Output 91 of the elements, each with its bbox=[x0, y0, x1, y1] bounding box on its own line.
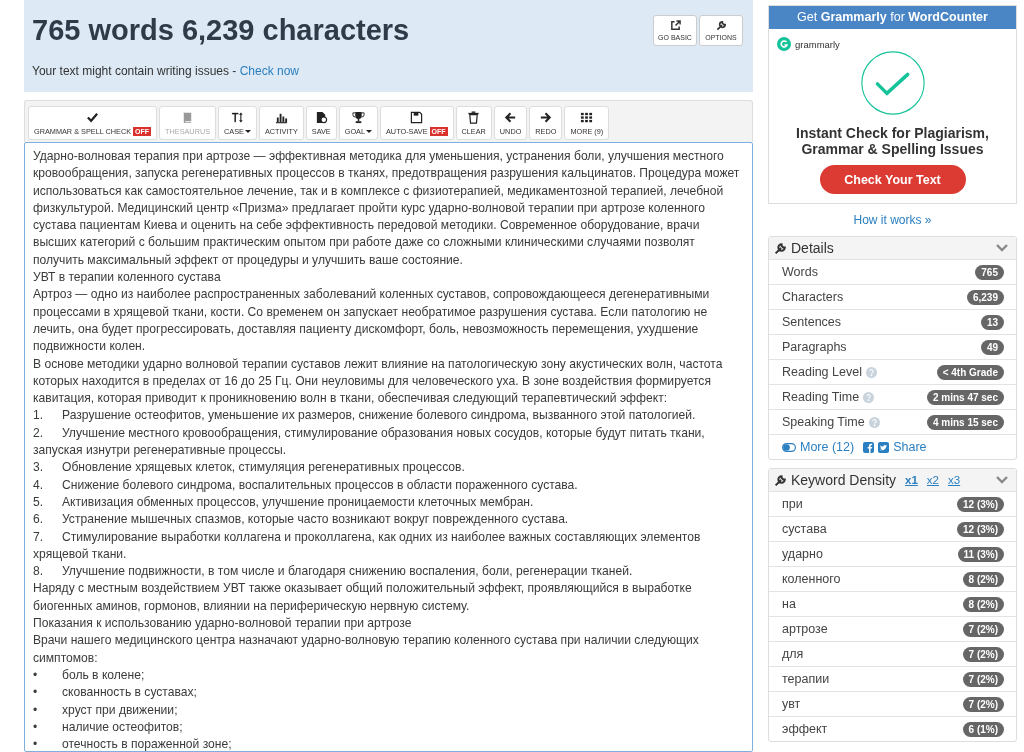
density-tab[interactable]: x2 bbox=[926, 474, 939, 486]
page-title: 765 words 6,239 characters bbox=[32, 14, 410, 47]
paragraph: Наряду с местным воздействием УВТ также оказывает общий положительный эффект, проявляющийся в выработке биогенных аминов, гормонов, влиянии на периферическую нервную систему. bbox=[33, 581, 692, 613]
wrench-icon bbox=[715, 20, 727, 31]
ad-headline: Instant Check for Plagiarism, Grammar & Spelling Issues bbox=[795, 125, 990, 157]
keyword-count: 11 (3%) bbox=[957, 546, 1004, 562]
chevron-down-icon bbox=[996, 476, 1008, 484]
list-item: • хруст при движении; bbox=[33, 701, 179, 719]
keyword-count: 7 (2%) bbox=[962, 671, 1004, 687]
grammarly-logo-icon bbox=[777, 37, 791, 51]
case-icon bbox=[231, 110, 244, 124]
arrow-left-icon bbox=[504, 110, 518, 124]
document-icon bbox=[314, 110, 328, 124]
density-tab[interactable]: x1 bbox=[905, 474, 918, 486]
keyword-count: 6 (1%) bbox=[962, 721, 1004, 737]
ad-header: Get Grammarly for WordCounter bbox=[769, 6, 1016, 29]
paragraph: Врачи нашего медицинского центра назначают ударно-волновую терапию коленного сустава при наличии следующих симптомов: bbox=[33, 633, 699, 665]
list-item: 3. Обновление хрящевых клеток, стимуляция регенеративных процессов. bbox=[33, 459, 466, 477]
keyword: ударно bbox=[782, 547, 823, 561]
paragraph: В основе методики ударно волновой терапии суставов лежит влияние на патологическую зону акустических волн, частота которых находится в пределах от 16 до 25 Гц. Они неуловимы для человеческого уха. В зоне воздействия формируется кавитация, которая приводит к проникновению волн в ткани, обеспечивая следующий терапевтический эффект: bbox=[33, 356, 723, 406]
twitter-icon[interactable] bbox=[878, 441, 890, 453]
list-item: • скованность в суставах; bbox=[33, 684, 198, 702]
panel-title: Details bbox=[791, 240, 834, 256]
stat-label: Words bbox=[782, 265, 818, 279]
keyword: терапии bbox=[782, 672, 830, 686]
facebook-icon[interactable] bbox=[863, 441, 875, 453]
arrow-right-icon bbox=[539, 110, 553, 124]
keyword-count: 7 (2%) bbox=[962, 646, 1004, 662]
toggle-icon bbox=[782, 442, 796, 452]
panel-title: Keyword Density bbox=[791, 472, 897, 488]
keyword-count: 7 (2%) bbox=[962, 621, 1004, 637]
keyword-count: 8 (2%) bbox=[962, 596, 1004, 612]
keyword-count: 12 (3%) bbox=[957, 521, 1004, 537]
paragraph: Ударно-волновая терапия при артрозе — эффективная методика для уменьшения, устранения боли, улучшения местного кровообращения, запуска регенеративных процессов в тканях, предотвращения разрушения кальцинатов. Процедура может использоваться как самостоятельное лечение, так и в комплексе с физиотерапией, медикаментозной терапией, лечебной физкультурой. Медицинский центр «Призма» предлагает пройти курс ударно-волновой терапии при артрозе коленного сустава пациентам Киева и оценить на себе эффективность передовой методики. Современное оборудование, врачи высших категорий с большим практическим опытом при работе даже со сложными клиническими случаями позволят получить максимальный эффект от процедуры и улучшить ваше состояние. bbox=[33, 149, 740, 267]
keyword: сустава bbox=[782, 522, 827, 536]
wrench-icon bbox=[774, 473, 787, 487]
panel-header[interactable]: Details bbox=[769, 237, 1016, 259]
issues-text: Your text might contain writing issues - bbox=[32, 64, 238, 78]
stat-value: 765 bbox=[975, 264, 1004, 280]
paragraph: Показания к использованию ударно-волновой терапии при артрозе bbox=[33, 616, 412, 630]
keyword: для bbox=[782, 647, 804, 661]
wrench-icon bbox=[774, 241, 787, 255]
how-it-works-link[interactable]: How it works » bbox=[853, 213, 932, 227]
stat-value: 2 mins 47 sec bbox=[926, 389, 1004, 405]
more-link[interactable]: More (12) bbox=[800, 440, 855, 454]
stat-value: < 4th Grade bbox=[936, 364, 1004, 380]
stat-value: 4 mins 15 sec bbox=[926, 414, 1004, 430]
list-item: 6. Устранение мышечных спазмов, которые часто возникают вокруг поврежденного сустава. bbox=[33, 511, 570, 529]
list-item: 2. Улучшение местного кровообращения, стимулирование образования новых сосудов, которые будут питать ткани, запуская изнутри регенеративные процессы. bbox=[33, 424, 706, 460]
stat-value: 13 bbox=[980, 314, 1004, 330]
list-item: 8. Улучшение подвижности, в том числе и благодаря снижению воспаления, боли, регенерации тканей. bbox=[33, 563, 634, 581]
text-editor[interactable] bbox=[24, 142, 753, 752]
stat-label: Reading Time bbox=[782, 390, 860, 404]
check-circle-icon bbox=[860, 51, 925, 115]
list-item: 4. Снижение болевого синдрома, воспалительных процессов в области пораженного сустава. bbox=[33, 476, 579, 494]
keyword: артрозе bbox=[782, 622, 828, 636]
keyword: увт bbox=[782, 697, 801, 711]
stat-value: 6,239 bbox=[966, 289, 1004, 305]
list-item: 5. Активизация обменных процессов, улучшение проницаемости клеточных мембран. bbox=[33, 493, 535, 511]
chevron-down-icon bbox=[996, 244, 1008, 252]
keyword-count: 8 (2%) bbox=[962, 571, 1004, 587]
grid-icon bbox=[580, 110, 594, 124]
list-item: 7. Стимулирование выработки коллагена и проколлагена, как одних из наиболее важных составляющих элементов хрящевой ткани. bbox=[33, 528, 702, 563]
stat-label: Sentences bbox=[782, 315, 842, 329]
list-item: • наличие остеофитов; bbox=[33, 718, 184, 736]
keyword-count: 12 (3%) bbox=[957, 496, 1004, 512]
keyword: при bbox=[782, 497, 803, 511]
keyword-count: 7 (2%) bbox=[962, 696, 1004, 712]
list-item: • боль в колене; bbox=[33, 666, 146, 684]
density-tab[interactable]: x3 bbox=[948, 474, 961, 486]
check-icon bbox=[86, 110, 99, 124]
keyword: коленного bbox=[782, 572, 841, 586]
share-link[interactable]: Share bbox=[893, 440, 927, 454]
trophy-icon bbox=[351, 110, 365, 124]
paragraph: УВТ в терапии коленного сустава bbox=[33, 270, 221, 285]
check-your-text-button[interactable]: Check Your Text bbox=[819, 165, 966, 194]
stat-label: Paragraphs bbox=[782, 340, 847, 354]
check-now-link[interactable]: Check now bbox=[239, 64, 300, 78]
list-item: • отечность в пораженной зоне; bbox=[33, 736, 233, 751]
trash-icon bbox=[467, 110, 481, 124]
stat-label: Speaking Time bbox=[782, 415, 865, 429]
list-item: 1. Разрушение остеофитов, уменьшение их размеров, снижение болевого синдрома, вызванного этой патологией. bbox=[33, 407, 697, 425]
stat-value: 49 bbox=[980, 339, 1004, 355]
external-link-icon bbox=[669, 20, 681, 31]
keyword: эффект bbox=[782, 722, 828, 736]
stat-label: Characters bbox=[782, 290, 844, 304]
paragraph: Артроз — одно из наиболее распространенных заболеваний коленных суставов, сопровождающееся дегенеративными процессами в хрящевой ткани, кости. Со временем он запускает необратимое разрушения сустава. Если патологию не лечить, она будет прогрессировать, доставляя пациенту дискомфорт, боль, невозможность перемещения, ухудшение подвижности колен. bbox=[33, 287, 710, 354]
stat-label: Reading Level bbox=[782, 365, 862, 379]
brand-name: grammarly bbox=[795, 38, 840, 50]
keyword: на bbox=[782, 597, 796, 611]
panel-header[interactable]: Keyword Density x1 x2 x3 bbox=[769, 469, 1016, 491]
